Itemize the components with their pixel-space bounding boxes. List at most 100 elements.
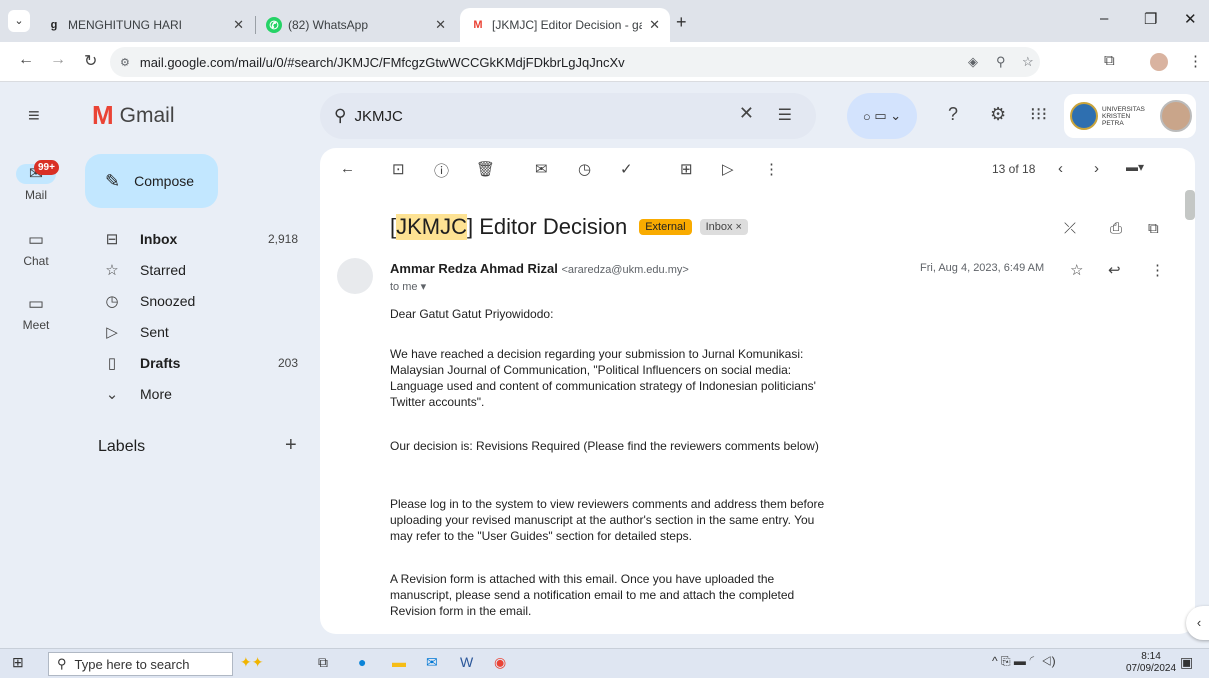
- g-icon: g: [50, 19, 58, 31]
- account-avatar[interactable]: [1160, 100, 1192, 132]
- url-text: mail.google.com/mail/u/0/#search/JKMJC/F…: [139, 54, 625, 70]
- close-tab-icon[interactable]: ✕: [435, 17, 446, 33]
- label-icon[interactable]: ▷: [722, 160, 734, 178]
- search-icon[interactable]: ⚲: [334, 106, 346, 126]
- tab-whatsapp[interactable]: ✆ (82) WhatsApp ✕: [256, 8, 456, 42]
- report-spam-icon[interactable]: ⓘ: [434, 160, 449, 181]
- windows-start-icon[interactable]: ⊞: [12, 654, 24, 671]
- reload-icon[interactable]: ↻: [84, 51, 97, 71]
- chat-icon: ▭: [27, 230, 45, 249]
- external-tag: External: [639, 219, 692, 235]
- close-tab-icon[interactable]: ✕: [233, 17, 244, 33]
- more-actions-icon[interactable]: ⋮: [764, 160, 779, 178]
- tab-menghitung-hari[interactable]: g MENGHITUNG HARI ✕: [36, 8, 254, 42]
- clear-search-icon[interactable]: ✕: [739, 103, 754, 124]
- rail-meet[interactable]: ▭ Meet: [0, 294, 72, 332]
- windows-taskbar: ⊞ ⚲ Type here to search ✦✦ ⧉ ● ▬ ✉ W ◉ ^…: [0, 648, 1209, 678]
- new-tab-plus-icon[interactable]: +: [676, 12, 687, 33]
- delete-icon[interactable]: 🗑: [476, 160, 495, 178]
- older-chevron-icon[interactable]: ‹: [1058, 160, 1063, 177]
- gmail-logo[interactable]: M Gmail: [92, 100, 175, 131]
- scrollbar-thumb[interactable]: [1185, 190, 1195, 220]
- file-explorer-icon[interactable]: ▬: [392, 654, 406, 670]
- help-icon[interactable]: ?: [948, 104, 958, 125]
- pagination-text: 13 of 18: [992, 162, 1036, 176]
- nav-count: 2,918: [267, 232, 298, 246]
- chrome-icon[interactable]: ◉: [494, 654, 506, 671]
- taskbar-clock[interactable]: 8:14 07/09/2024: [1126, 651, 1176, 675]
- org-name: UNIVERSITAS KRISTEN PETRA: [1102, 105, 1145, 127]
- browser-tab-strip: ⌄ g MENGHITUNG HARI ✕ ✆ (82) WhatsApp ✕ …: [0, 0, 1209, 42]
- nav-label: Drafts: [140, 355, 181, 371]
- task-view-icon[interactable]: ⧉: [318, 654, 328, 671]
- url-input[interactable]: ⚙ mail.google.com/mail/u/0/#search/JKMJC…: [110, 47, 1040, 77]
- nav-sent[interactable]: ▷ Sent: [84, 317, 304, 347]
- inbox-label-chip[interactable]: Inbox ×: [699, 219, 748, 235]
- rail-chat[interactable]: ▭ Chat: [0, 230, 72, 268]
- nav-snoozed[interactable]: ◷ Snoozed: [84, 286, 304, 316]
- sender-avatar[interactable]: [337, 258, 373, 294]
- edge-icon[interactable]: ●: [358, 654, 366, 670]
- kebab-menu-icon[interactable]: ⋮: [1188, 52, 1203, 70]
- collapse-all-icon[interactable]: ⤫: [1064, 220, 1076, 237]
- newer-chevron-icon[interactable]: ›: [1094, 160, 1099, 177]
- tab-search-chevron-icon[interactable]: ⌄: [8, 10, 30, 32]
- nav-starred[interactable]: ☆ Starred: [84, 255, 304, 285]
- mail-app-icon[interactable]: ✉: [426, 654, 438, 671]
- reply-icon[interactable]: ↩: [1108, 261, 1121, 279]
- star-icon[interactable]: ☆: [1070, 261, 1083, 279]
- nav-inbox[interactable]: ⊟ Inbox 2,918: [84, 224, 304, 254]
- sender-name[interactable]: Ammar Redza Ahmad Rizal: [390, 261, 558, 276]
- apps-grid-icon[interactable]: ⁝⁝⁝: [1030, 104, 1047, 125]
- add-label-icon[interactable]: +: [285, 434, 297, 457]
- print-icon[interactable]: ⎙: [1110, 220, 1122, 237]
- nav-drafts[interactable]: ▯ Drafts 203: [84, 348, 304, 378]
- search-bar[interactable]: ⚲ JKMJC ✕ ☰: [320, 93, 816, 139]
- settings-gear-icon[interactable]: ⚙: [990, 104, 1006, 125]
- close-tab-icon[interactable]: ✕: [649, 17, 660, 33]
- account-switcher[interactable]: UNIVERSITAS KRISTEN PETRA: [1064, 94, 1196, 138]
- taskbar-search-placeholder: Type here to search: [74, 656, 190, 672]
- gmail-icon: M: [473, 19, 483, 31]
- input-tools-icon[interactable]: ▬▾: [1126, 160, 1144, 174]
- recipient-details[interactable]: to me ▾: [390, 280, 426, 293]
- move-to-icon[interactable]: ⊞: [680, 160, 693, 178]
- side-panel-toggle-icon[interactable]: ‹: [1186, 606, 1209, 640]
- forward-arrow-icon[interactable]: →: [50, 51, 66, 69]
- snooze-icon[interactable]: ◷: [578, 160, 591, 178]
- status-selector[interactable]: ○ ▭ ⌄: [847, 93, 917, 139]
- profile-avatar[interactable]: [1150, 53, 1168, 71]
- archive-icon[interactable]: ⊡: [392, 160, 405, 178]
- labels-heading: Labels: [98, 438, 146, 455]
- close-window-icon[interactable]: ✕: [1184, 10, 1197, 28]
- rail-label: Meet: [22, 318, 50, 332]
- restore-icon[interactable]: ❐: [1144, 10, 1157, 28]
- back-arrow-icon[interactable]: ←: [18, 51, 34, 69]
- sparkle-icon[interactable]: ✦✦: [240, 654, 263, 671]
- nav-label: Inbox: [140, 231, 178, 247]
- add-task-icon[interactable]: ✓: [620, 160, 633, 178]
- nav-more[interactable]: ⌄ More: [84, 379, 304, 409]
- bookmark-star-icon[interactable]: ☆: [1022, 54, 1034, 70]
- main-menu-icon[interactable]: ≡: [28, 105, 40, 128]
- compose-button[interactable]: ✎ Compose: [85, 154, 218, 208]
- more-message-options-icon[interactable]: ⋮: [1150, 261, 1165, 279]
- minimize-icon[interactable]: –: [1100, 10, 1108, 27]
- zoom-icon[interactable]: ⚲: [996, 54, 1006, 70]
- eye-icon[interactable]: ◈: [968, 54, 978, 70]
- back-to-list-icon[interactable]: ←: [340, 160, 355, 177]
- tab-editor-decision[interactable]: M [JKMJC] Editor Decision - gatpri ✕: [460, 8, 670, 42]
- new-window-icon[interactable]: ⧉: [1148, 220, 1159, 237]
- system-tray-icons[interactable]: ^ ⎘ ▬ ◜ ◁): [992, 654, 1056, 669]
- clock-icon: ◷: [105, 293, 119, 310]
- extensions-icon[interactable]: ⧉: [1104, 52, 1115, 69]
- taskbar-search-input[interactable]: ⚲ Type here to search: [48, 652, 233, 676]
- word-icon[interactable]: W: [460, 654, 473, 670]
- notification-icon[interactable]: ▣: [1180, 654, 1193, 671]
- site-info-icon[interactable]: ⚙: [120, 56, 130, 69]
- chevron-down-icon: ⌄: [105, 386, 119, 403]
- send-icon: ▷: [106, 324, 118, 341]
- search-input[interactable]: JKMJC: [354, 108, 402, 125]
- mark-unread-icon[interactable]: ✉: [535, 160, 548, 178]
- search-options-icon[interactable]: ☰: [778, 105, 792, 125]
